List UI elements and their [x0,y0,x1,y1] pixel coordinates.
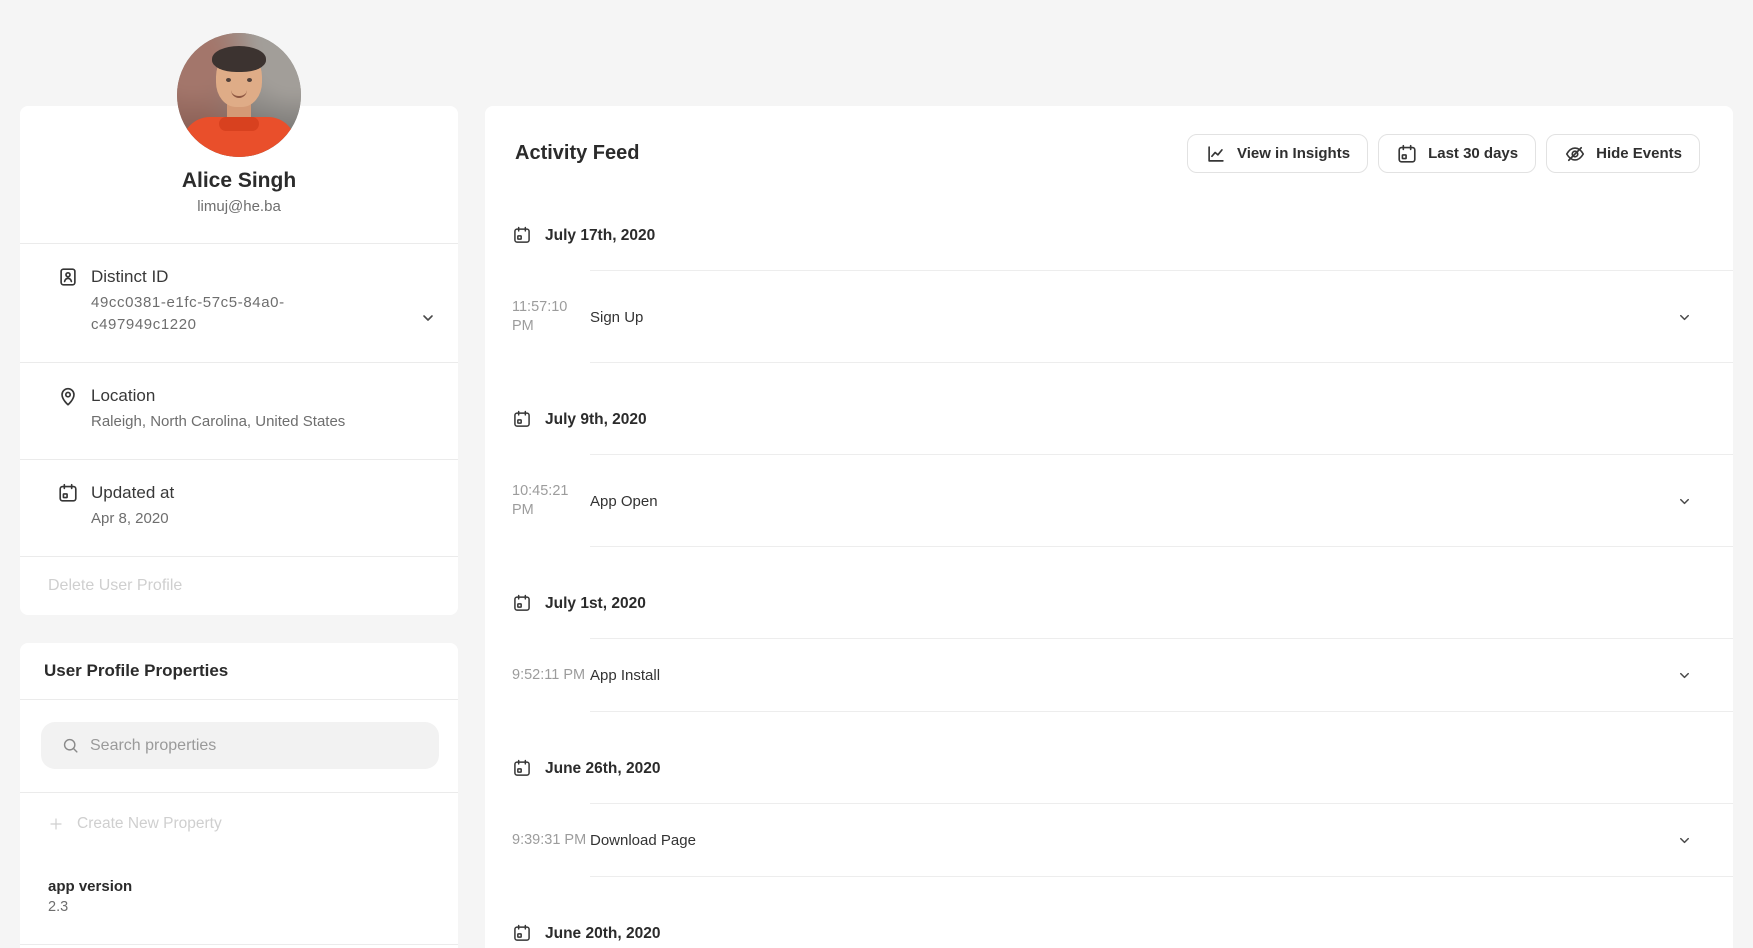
event-time: 11:57:10 PM [512,298,590,336]
hide-events-button[interactable]: Hide Events [1546,134,1700,173]
feed-header: Activity Feed View in Insights [485,106,1733,179]
location-row: Location Raleigh, North Carolina, United… [20,363,458,460]
event-name: Download Page [590,831,696,850]
user-profile-card: Alice Singh limuj@he.ba Distinct ID 49cc… [20,106,458,615]
search-icon [61,736,80,755]
feed-date-row: June 26th, 2020 [485,712,1733,804]
calendar-icon [57,482,79,504]
create-new-property-button[interactable]: Create New Property [20,793,458,855]
calendar-icon [512,923,532,943]
create-new-property-label: Create New Property [77,815,222,833]
property-item: app version 2.3 [20,855,458,945]
location-value: Raleigh, North Carolina, United States [91,411,345,433]
feed-date-label: June 20th, 2020 [545,924,660,943]
updated-at-label: Updated at [91,482,174,504]
last-30-days-button[interactable]: Last 30 days [1378,134,1536,173]
calendar-icon [512,593,532,613]
distinct-id-label: Distinct ID [91,266,326,288]
distinct-id-row: Distinct ID 49cc0381-e1fc-57c5-84a0-c497… [20,244,458,363]
event-row[interactable]: 10:45:21 PM App Open [485,455,1733,547]
feed-date-row: July 17th, 2020 [485,179,1733,271]
avatar-face [216,51,262,107]
chevron-down-icon[interactable] [1677,494,1692,509]
activity-feed-title: Activity Feed [515,142,639,165]
line-chart-icon [1205,143,1227,165]
profile-sidebar: Alice Singh limuj@he.ba Distinct ID 49cc… [20,0,458,948]
page: Alice Singh limuj@he.ba Distinct ID 49cc… [0,0,1753,948]
eye-off-icon [1564,143,1586,165]
avatar-sweater [182,117,296,157]
event-row[interactable]: 9:39:31 PM Download Page [485,804,1733,877]
plus-icon [48,816,64,832]
property-value: 2.3 [48,897,458,917]
chevron-down-icon[interactable] [1677,310,1692,325]
event-row[interactable]: 11:57:10 PM Sign Up [485,271,1733,363]
view-in-insights-button[interactable]: View in Insights [1187,134,1368,173]
event-name: App Install [590,666,660,685]
calendar-icon [1396,143,1418,165]
avatar [177,33,301,157]
event-time: 9:39:31 PM [512,831,590,850]
event-name: App Open [590,492,658,511]
event-row[interactable]: 9:52:11 PM App Install [485,639,1733,712]
feed-list: July 17th, 2020 11:57:10 PM Sign Up July… [485,179,1733,948]
distinct-id-value: 49cc0381-e1fc-57c5-84a0-c497949c1220 [91,292,326,336]
chevron-down-icon[interactable] [1677,668,1692,683]
calendar-icon [512,409,532,429]
user-profile-properties-card: User Profile Properties Create New Prope… [20,643,458,948]
feed-date-row: July 9th, 2020 [485,363,1733,455]
user-name: Alice Singh [40,168,438,193]
id-badge-icon [57,266,79,288]
user-email: limuj@he.ba [40,196,438,218]
feed-date-label: June 26th, 2020 [545,759,660,778]
feed-date-label: July 9th, 2020 [545,410,647,429]
feed-date-row: June 20th, 2020 [485,877,1733,948]
feed-date-label: July 17th, 2020 [545,226,655,245]
feed-date-row: July 1st, 2020 [485,547,1733,639]
event-name: Sign Up [590,308,643,327]
location-pin-icon [57,385,79,407]
property-name: app version [48,877,458,897]
search-properties-box[interactable] [41,722,439,769]
event-time: 9:52:11 PM [512,666,590,685]
updated-at-value: Apr 8, 2020 [91,508,174,530]
calendar-icon [512,758,532,778]
event-time: 10:45:21 PM [512,482,590,520]
activity-feed-panel: Activity Feed View in Insights [485,0,1733,948]
chevron-down-icon[interactable] [1677,833,1692,848]
delete-user-profile-button[interactable]: Delete User Profile [20,557,458,615]
chevron-down-icon[interactable] [420,310,436,326]
properties-title: User Profile Properties [20,643,458,700]
feed-date-label: July 1st, 2020 [545,594,646,613]
updated-at-row: Updated at Apr 8, 2020 [20,460,458,557]
calendar-icon [512,225,532,245]
location-label: Location [91,385,345,407]
search-properties-input[interactable] [90,737,425,755]
